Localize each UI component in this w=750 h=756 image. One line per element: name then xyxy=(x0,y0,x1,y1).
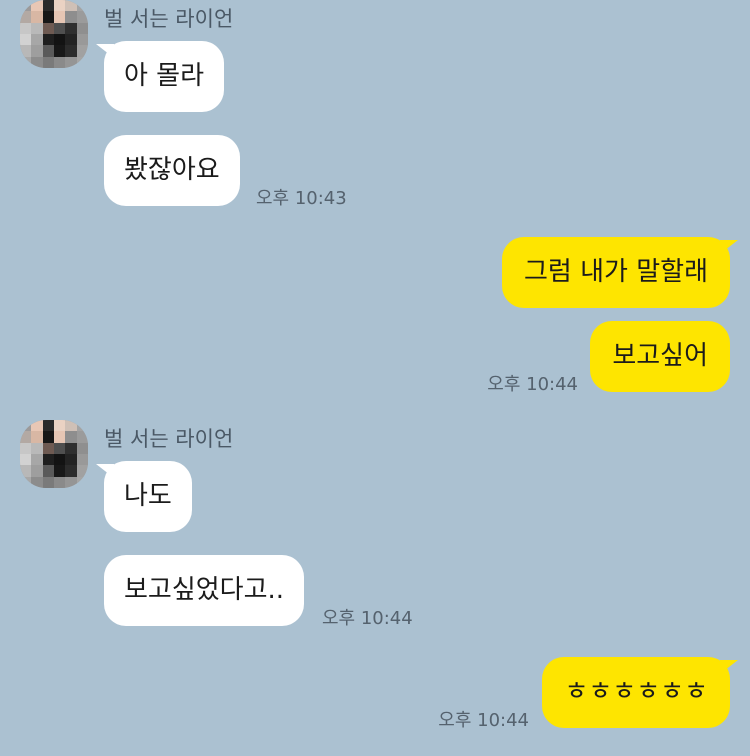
message-bubble-outgoing[interactable]: 그럼 내가 말할래 xyxy=(502,237,730,308)
message-bubble-outgoing[interactable]: 보고싶어 xyxy=(590,321,730,392)
message-bubble-incoming[interactable]: 나도 xyxy=(104,461,192,532)
sender-avatar[interactable] xyxy=(20,420,88,488)
message-bubble-incoming[interactable]: 아 몰라 xyxy=(104,41,225,112)
message-bubble-outgoing[interactable]: ㅎㅎㅎㅎㅎㅎ xyxy=(542,657,730,728)
sender-name: 벌 서는 라이언 xyxy=(104,427,234,451)
chat-message-list[interactable]: 벌 서는 라이언 아 몰라 봤잖아요 오후 10:43 그럼 내가 말할래 보고… xyxy=(0,0,750,756)
message-timestamp: 오후 10:44 xyxy=(487,374,578,395)
sender-avatar[interactable] xyxy=(20,0,88,68)
message-timestamp: 오후 10:44 xyxy=(438,710,529,731)
message-bubble-incoming[interactable]: 봤잖아요 xyxy=(104,135,240,206)
message-timestamp: 오후 10:44 xyxy=(322,608,413,629)
bubble-tail xyxy=(720,240,738,254)
message-timestamp: 오후 10:43 xyxy=(256,188,347,209)
bubble-tail xyxy=(720,660,738,674)
message-bubble-incoming[interactable]: 보고싶었다고.. xyxy=(104,555,305,626)
sender-name: 벌 서는 라이언 xyxy=(104,7,234,31)
